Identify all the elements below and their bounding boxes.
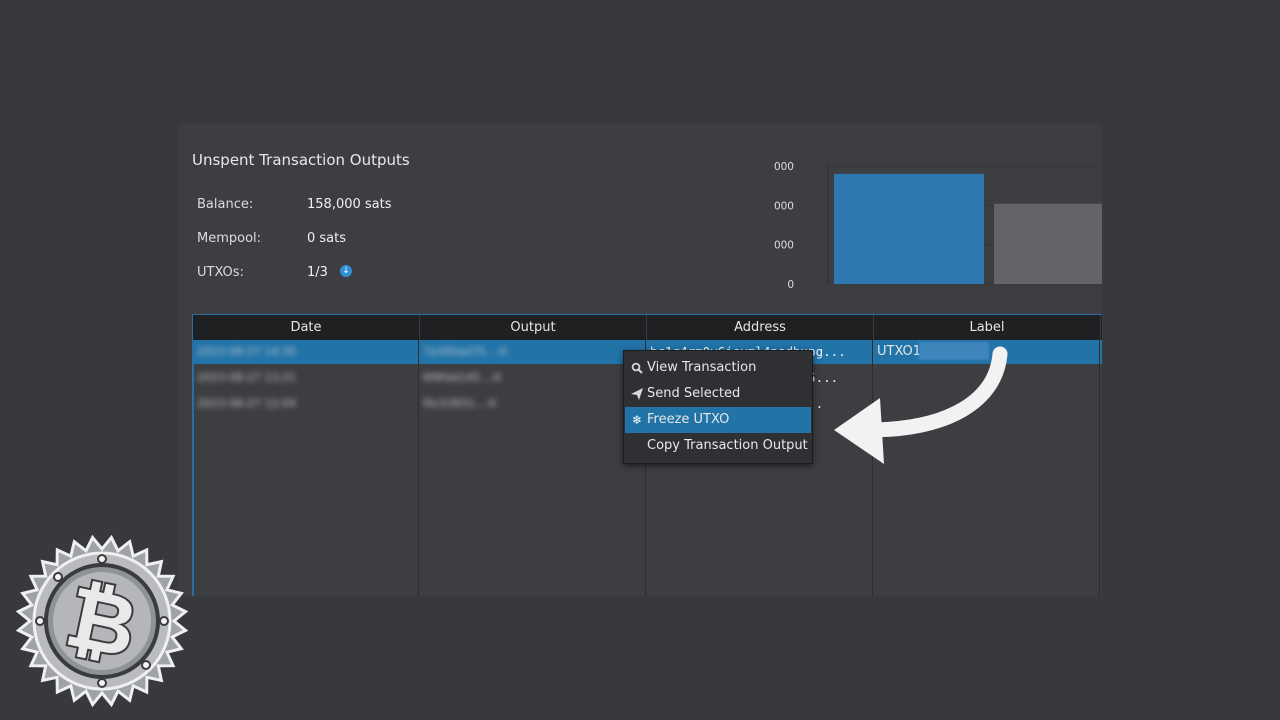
menu-item-view-transaction[interactable]: View Transaction <box>625 355 811 381</box>
utxo-chart: 75,000 50,000 25,000 0 <box>774 161 1102 291</box>
menu-item-label: View Transaction <box>647 360 757 375</box>
chart-y-tick-label: 75,000 <box>774 161 794 173</box>
output-cell: 6f9fdd145...:0 <box>423 371 501 384</box>
menu-item-freeze-utxo[interactable]: ❄ Freeze UTXO <box>625 407 811 433</box>
utxos-value: 1/3 <box>307 265 328 280</box>
utxos-label: UTXOs: <box>197 265 244 280</box>
chart-y-tick-label: 25,000 <box>774 240 794 252</box>
panel-title: Unspent Transaction Outputs <box>192 151 410 169</box>
date-cell: 2023-08-27 13:21 <box>197 371 297 384</box>
chart-y-ticks: 75,000 50,000 25,000 0 <box>774 161 794 291</box>
chart-bar <box>994 203 1102 284</box>
column-divider <box>418 340 419 596</box>
chart-bars <box>834 173 1102 284</box>
table-focus-border <box>192 340 194 596</box>
menu-item-copy-transaction-output[interactable]: Copy Transaction Output <box>625 433 811 459</box>
output-cell: f0c53931...:0 <box>423 397 497 410</box>
mempool-value: 0 sats <box>307 231 347 246</box>
menu-item-send-selected[interactable]: Send Selected <box>625 381 811 407</box>
curved-arrow-annotation <box>834 346 1008 464</box>
bitcoin-logo-icon: ₿ <box>16 535 188 707</box>
mempool-label: Mempool: <box>197 231 262 246</box>
chart-bar <box>834 173 984 284</box>
send-icon <box>630 381 644 409</box>
menu-item-label: Send Selected <box>647 386 741 401</box>
date-cell: 2023-08-27 14:35 <box>197 345 297 358</box>
chart-y-tick-label: 0 <box>787 279 794 291</box>
menu-item-label: Copy Transaction Output <box>647 438 808 453</box>
column-header-date[interactable]: Date <box>193 315 420 340</box>
column-divider <box>1099 340 1100 596</box>
chart-y-tick-label: 50,000 <box>774 200 794 212</box>
table-header: Date Output Address Label <box>192 314 1102 340</box>
output-cell: 7a395ad75...:0 <box>423 345 507 358</box>
menu-item-label: Freeze UTXO <box>647 412 730 427</box>
arrow-down-circle-icon[interactable]: ↓ <box>340 265 352 277</box>
date-cell: 2023-08-27 12:04 <box>197 397 297 410</box>
column-header-label[interactable]: Label <box>874 315 1101 340</box>
context-menu: View Transaction Send Selected ❄ Freeze … <box>623 350 813 464</box>
column-header-output[interactable]: Output <box>420 315 647 340</box>
snowflake-icon: ❄ <box>631 413 643 427</box>
balance-value: 158,000 sats <box>307 197 392 212</box>
balance-label: Balance: <box>197 197 254 212</box>
column-header-address[interactable]: Address <box>647 315 874 340</box>
search-icon <box>630 355 644 383</box>
